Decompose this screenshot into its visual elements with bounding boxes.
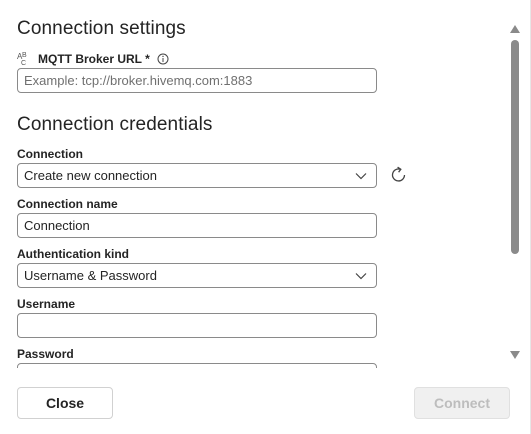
chevron-down-icon: [355, 272, 367, 279]
chevron-down-icon: [355, 172, 367, 179]
info-icon[interactable]: [157, 52, 169, 65]
password-label: Password: [17, 347, 74, 361]
abc-text-type-icon: A B C: [17, 50, 33, 67]
broker-url-label: MQTT Broker URL *: [38, 52, 150, 66]
svg-text:C: C: [21, 60, 26, 66]
connect-button[interactable]: Connect: [414, 387, 510, 419]
broker-url-input[interactable]: [17, 68, 377, 93]
refresh-icon[interactable]: [389, 165, 409, 185]
connection-select[interactable]: Create new connection: [17, 163, 377, 188]
connection-name-label: Connection name: [17, 197, 118, 211]
svg-text:B: B: [22, 52, 27, 59]
dialog-scroll-area: Connection settings A B C MQTT Broker UR…: [0, 0, 508, 368]
authentication-kind-value: Username & Password: [24, 268, 157, 283]
connection-dialog: Connection settings A B C MQTT Broker UR…: [0, 0, 531, 434]
username-input[interactable]: [17, 313, 377, 338]
scroll-down-arrow-icon[interactable]: [510, 351, 520, 359]
connection-name-input[interactable]: [17, 213, 377, 238]
connection-settings-title: Connection settings: [17, 18, 186, 39]
password-input[interactable]: [17, 363, 377, 368]
close-button[interactable]: Close: [17, 387, 113, 419]
scrollbar-thumb[interactable]: [511, 40, 519, 254]
scroll-up-arrow-icon[interactable]: [510, 25, 520, 33]
authentication-kind-select[interactable]: Username & Password: [17, 263, 377, 288]
authentication-kind-label: Authentication kind: [17, 247, 129, 261]
username-label: Username: [17, 297, 76, 311]
vertical-scrollbar[interactable]: [508, 20, 522, 364]
connection-label: Connection: [17, 147, 83, 161]
connection-credentials-title: Connection credentials: [17, 114, 213, 135]
connection-select-value: Create new connection: [24, 168, 157, 183]
